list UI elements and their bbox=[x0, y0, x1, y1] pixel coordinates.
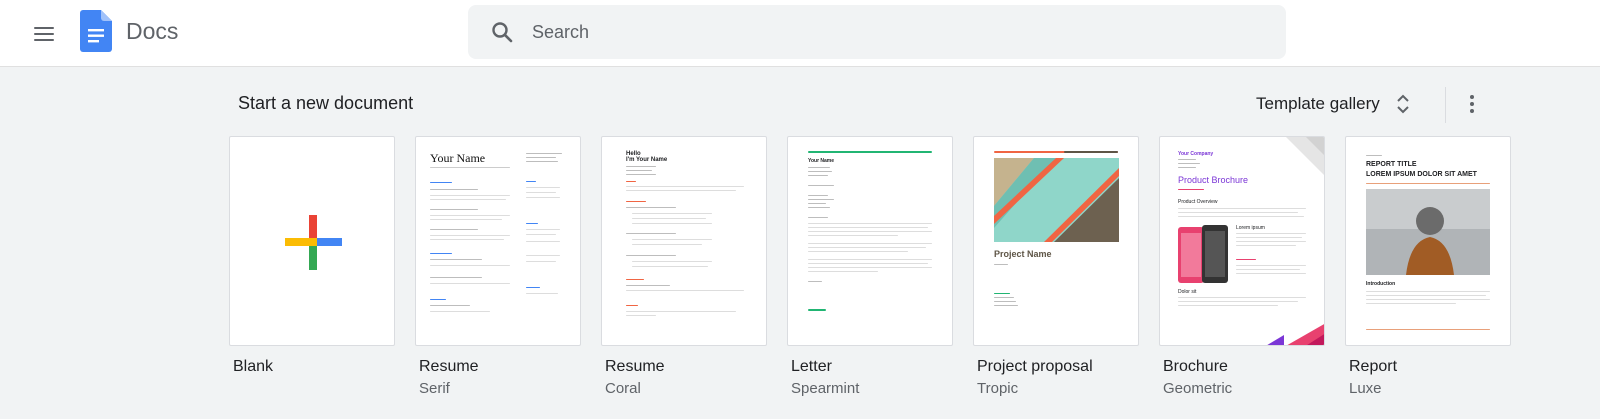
template-subtitle: Luxe bbox=[1349, 380, 1382, 397]
template-name: Resume bbox=[605, 358, 665, 375]
template-name: Brochure bbox=[1163, 358, 1228, 375]
search-icon[interactable] bbox=[490, 20, 514, 44]
preview-dolor: Dolor sit bbox=[1178, 289, 1197, 295]
template-name: Report bbox=[1349, 358, 1398, 375]
preview-intro: Introduction bbox=[1366, 281, 1396, 287]
template-project-proposal-tropic[interactable]: Project Name Project proposal Tropic bbox=[973, 136, 1139, 400]
template-name: Blank bbox=[233, 358, 274, 375]
template-list: Blank Your Name Resume Serif Hello I'm Y… bbox=[229, 136, 1511, 400]
template-resume-coral[interactable]: Hello I'm Your Name Resume Coral bbox=[601, 136, 767, 400]
report-photo-image bbox=[1366, 189, 1490, 275]
template-thumbnail[interactable]: Your Name bbox=[787, 136, 953, 346]
toolbar-divider bbox=[1445, 87, 1446, 123]
template-subtitle: Tropic bbox=[977, 380, 1019, 397]
template-thumbnail[interactable]: Your Company Product Brochure Product Ov… bbox=[1159, 136, 1325, 346]
preview-heading: Your Name bbox=[808, 158, 835, 164]
template-blank[interactable]: Blank bbox=[229, 136, 395, 400]
section-title: Start a new document bbox=[238, 93, 414, 113]
app-title[interactable]: Docs bbox=[126, 18, 178, 45]
preview-company: Your Company bbox=[1178, 151, 1214, 157]
template-letter-spearmint[interactable]: Your Name Letter Spearmint bbox=[787, 136, 953, 400]
template-resume-serif[interactable]: Your Name Resume Serif bbox=[415, 136, 581, 400]
template-name: Resume bbox=[419, 358, 479, 375]
unfold-more-icon bbox=[1397, 94, 1409, 114]
more-options-button[interactable] bbox=[1456, 87, 1488, 121]
template-thumbnail[interactable]: Hello I'm Your Name bbox=[601, 136, 767, 346]
template-subtitle: Spearmint bbox=[791, 380, 860, 397]
corner-pattern-decoration bbox=[1286, 137, 1324, 175]
plus-icon bbox=[285, 215, 342, 270]
main-menu-button[interactable] bbox=[24, 14, 64, 54]
template-thumbnail[interactable] bbox=[229, 136, 395, 346]
template-subtitle: Coral bbox=[605, 380, 641, 397]
template-thumbnail[interactable]: Your Name bbox=[415, 136, 581, 346]
template-report-luxe[interactable]: REPORT TITLE LOREM IPSUM DOLOR SIT AMET … bbox=[1345, 136, 1511, 400]
template-gallery-label: Template gallery bbox=[1256, 94, 1380, 113]
template-thumbnail[interactable]: REPORT TITLE LOREM IPSUM DOLOR SIT AMET … bbox=[1345, 136, 1511, 346]
preview-heading: REPORT TITLE bbox=[1366, 161, 1417, 168]
preview-heading: Product Brochure bbox=[1178, 175, 1249, 185]
template-name: Project proposal bbox=[977, 358, 1093, 375]
template-subtitle: Serif bbox=[419, 380, 450, 397]
template-subtitle bbox=[233, 380, 395, 400]
more-vert-icon bbox=[1470, 95, 1474, 99]
search-bar[interactable] bbox=[468, 5, 1286, 59]
top-app-bar: Docs bbox=[0, 0, 1600, 67]
phone-image bbox=[1178, 225, 1228, 283]
docs-logo-icon[interactable] bbox=[80, 10, 112, 52]
preview-subheading: LOREM IPSUM DOLOR SIT AMET bbox=[1366, 171, 1477, 178]
preview-lorem: Lorem ipsum bbox=[1236, 225, 1265, 231]
template-thumbnail[interactable]: Project Name bbox=[973, 136, 1139, 346]
preview-heading: Your Name bbox=[430, 151, 486, 165]
preview-overview: Product Overview bbox=[1178, 199, 1218, 205]
template-gallery-button[interactable]: Template gallery bbox=[1252, 88, 1416, 120]
hamburger-icon bbox=[34, 27, 54, 29]
template-subtitle: Geometric bbox=[1163, 380, 1233, 397]
preview-heading: Hello I'm Your Name bbox=[626, 151, 668, 163]
template-brochure-geometric[interactable]: Your Company Product Brochure Product Ov… bbox=[1159, 136, 1325, 400]
search-input[interactable] bbox=[532, 5, 1252, 59]
preview-heading: Project Name bbox=[994, 249, 1052, 259]
cover-art-image bbox=[994, 158, 1119, 242]
corner-pattern-decoration bbox=[1267, 324, 1324, 345]
template-name: Letter bbox=[791, 358, 832, 375]
